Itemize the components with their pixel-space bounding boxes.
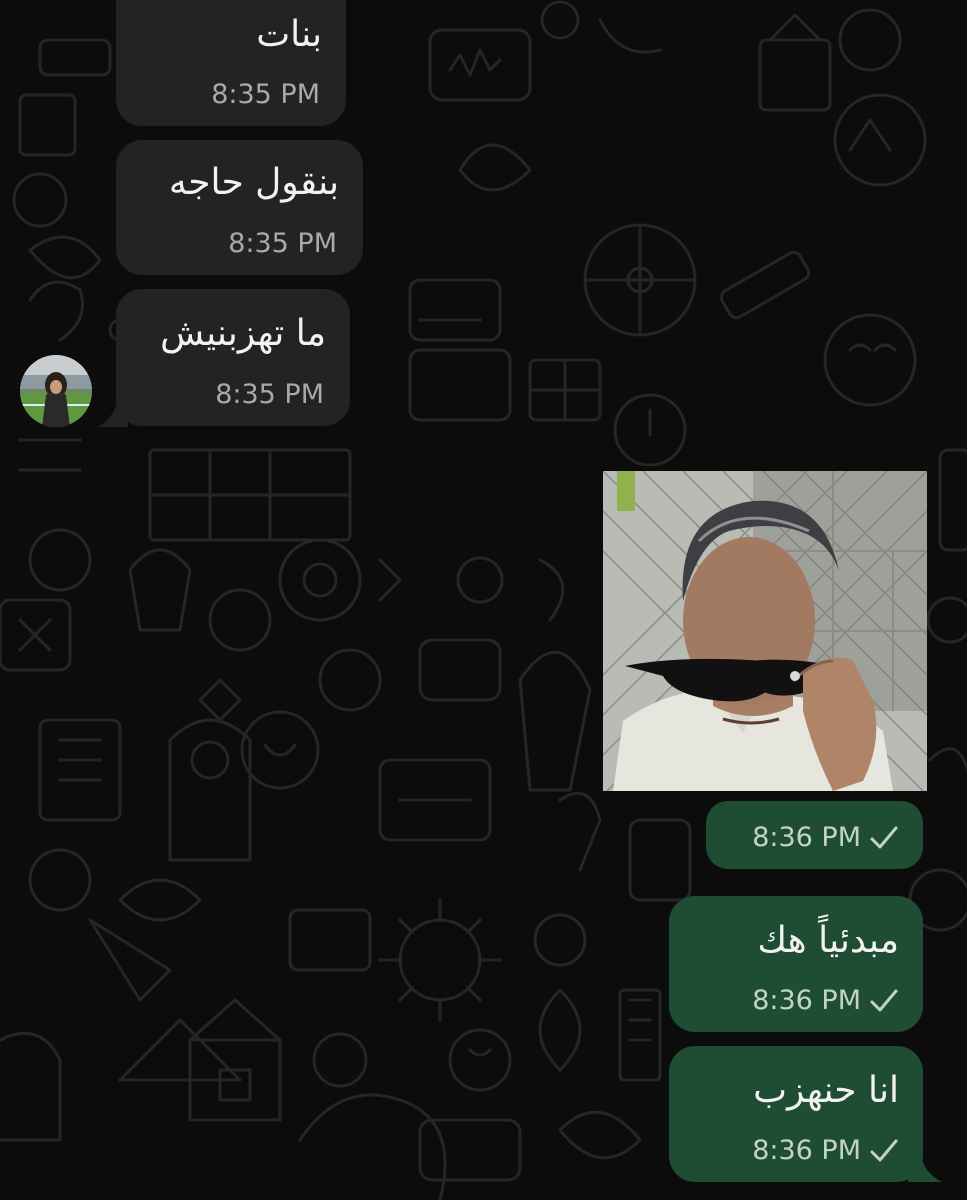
message-text: انا حنهزب — [753, 1070, 899, 1111]
message-text: ما تهزبنيش — [160, 313, 326, 354]
message-time: 8:35 PM — [215, 379, 324, 410]
message-time: 8:36 PM — [752, 1135, 861, 1166]
message-time: 8:35 PM — [211, 79, 320, 110]
incoming-message[interactable]: بنات 8:35 PM — [116, 0, 346, 126]
message-text: بنات — [256, 14, 322, 55]
incoming-message[interactable]: ما تهزبنيش 8:35 PM — [116, 289, 350, 426]
incoming-message[interactable]: بنقول حاجه 8:35 PM — [116, 140, 363, 275]
message-text: بنقول حاجه — [168, 162, 339, 203]
message-text: مبدئياً هك — [757, 920, 899, 961]
message-time: 8:36 PM — [752, 985, 861, 1016]
image-content — [603, 471, 927, 791]
outgoing-message[interactable]: مبدئياً هك 8:36 PM — [669, 896, 923, 1032]
outgoing-message[interactable]: 8:36 PM — [706, 801, 923, 869]
outgoing-message[interactable]: انا حنهزب 8:36 PM — [669, 1046, 923, 1182]
single-check-icon — [870, 826, 898, 849]
message-time: 8:36 PM — [752, 822, 861, 853]
chat-view: بنات 8:35 PM بنقول حاجه 8:35 PM ما تهزبن… — [0, 0, 967, 1200]
single-check-icon — [870, 989, 898, 1012]
message-time: 8:35 PM — [228, 228, 337, 259]
single-check-icon — [870, 1139, 898, 1162]
contact-avatar[interactable] — [20, 355, 92, 427]
sent-image[interactable] — [603, 471, 927, 791]
